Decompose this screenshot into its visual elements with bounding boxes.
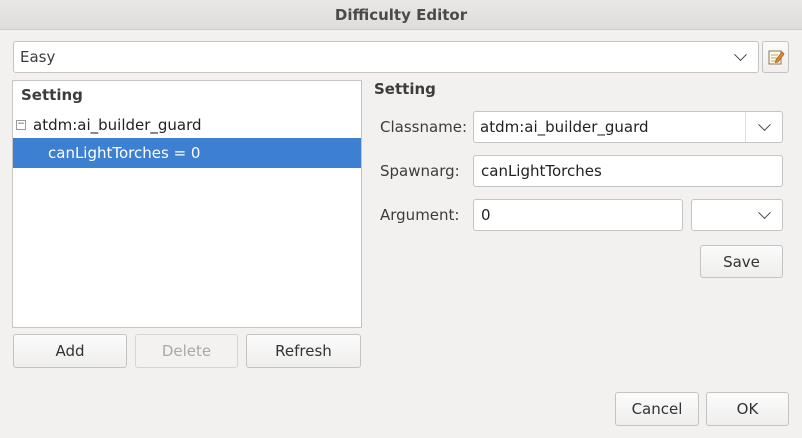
tree-item-label: canLightTorches = 0 [48, 144, 201, 162]
chevron-down-icon [722, 42, 758, 72]
argument-type-select[interactable] [691, 199, 783, 231]
difficulty-select-value: Easy [20, 48, 56, 66]
argument-input[interactable]: 0 [473, 199, 683, 231]
add-button[interactable]: Add [13, 334, 127, 368]
collapse-icon[interactable]: − [16, 120, 26, 130]
save-button[interactable]: Save [700, 245, 783, 278]
delete-button[interactable]: Delete [135, 334, 238, 368]
classname-label: Classname: [380, 118, 468, 136]
classname-value: atdm:ai_builder_guard [480, 118, 649, 136]
settings-tree[interactable]: Setting − atdm:ai_builder_guard canLight… [12, 80, 362, 328]
cancel-button[interactable]: Cancel [615, 392, 699, 426]
argument-value: 0 [481, 206, 491, 224]
window-title: Difficulty Editor [0, 0, 802, 30]
chevron-down-icon [746, 200, 782, 230]
tree-item-selected[interactable]: canLightTorches = 0 [13, 138, 361, 168]
tree-header: Setting [21, 86, 83, 104]
classname-select[interactable]: atdm:ai_builder_guard [473, 111, 783, 143]
difficulty-select[interactable]: Easy [13, 41, 759, 73]
edit-difficulty-button[interactable] [762, 41, 789, 73]
spawnarg-label: Spawnarg: [380, 162, 460, 180]
spawnarg-input[interactable]: canLightTorches [473, 155, 783, 187]
refresh-button[interactable]: Refresh [246, 334, 361, 368]
argument-label: Argument: [380, 206, 460, 224]
spawnarg-value: canLightTorches [481, 162, 602, 180]
ok-button[interactable]: OK [706, 392, 789, 426]
tree-group-label: atdm:ai_builder_guard [33, 116, 202, 134]
form-section-title: Setting [374, 80, 436, 98]
chevron-down-icon [745, 112, 782, 142]
edit-note-icon [768, 50, 785, 65]
tree-group-row[interactable]: − atdm:ai_builder_guard [13, 113, 361, 139]
